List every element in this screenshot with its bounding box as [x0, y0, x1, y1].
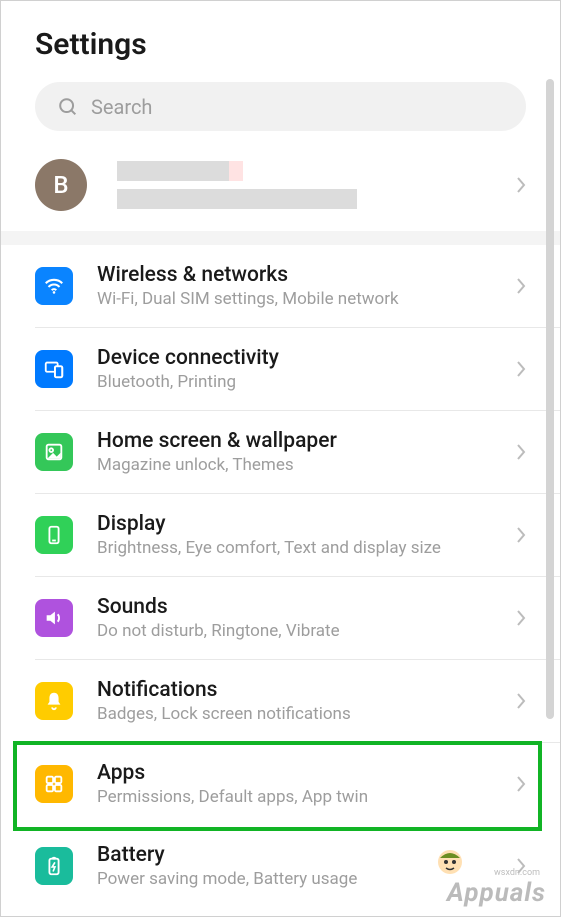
settings-item-display[interactable]: Display Brightness, Eye comfort, Text an… [35, 494, 560, 577]
scrollbar[interactable] [546, 79, 554, 719]
chevron-right-icon [516, 176, 526, 194]
item-title: Notifications [97, 678, 516, 702]
watermark-source: wsxdn.com [494, 868, 540, 878]
item-title: Home screen & wallpaper [97, 429, 516, 453]
settings-item-sounds[interactable]: Sounds Do not disturb, Ringtone, Vibrate [35, 577, 560, 660]
settings-list: Wireless & networks Wi-Fi, Dual SIM sett… [1, 245, 560, 907]
wallpaper-icon [35, 433, 73, 471]
settings-item-home-screen[interactable]: Home screen & wallpaper Magazine unlock,… [35, 411, 560, 494]
search-placeholder: Search [91, 95, 152, 119]
settings-item-apps[interactable]: Apps Permissions, Default apps, App twin [35, 743, 560, 825]
avatar: B [35, 159, 87, 211]
bell-icon [35, 682, 73, 720]
chevron-right-icon [516, 775, 526, 793]
chevron-right-icon [516, 277, 526, 295]
chevron-right-icon [516, 360, 526, 378]
account-detail-redacted [117, 189, 357, 209]
item-title: Wireless & networks [97, 263, 516, 287]
watermark-text: Appuals [447, 878, 546, 908]
sound-icon [35, 599, 73, 637]
battery-icon [35, 847, 73, 885]
item-subtitle: Bluetooth, Printing [97, 372, 516, 392]
account-name-redacted [117, 161, 237, 181]
item-subtitle: Wi-Fi, Dual SIM settings, Mobile network [97, 289, 516, 309]
search-icon [57, 96, 79, 118]
item-title: Display [97, 512, 516, 536]
item-title: Sounds [97, 595, 516, 619]
chevron-right-icon [516, 609, 526, 627]
display-icon [35, 516, 73, 554]
settings-item-device-connectivity[interactable]: Device connectivity Bluetooth, Printing [35, 328, 560, 411]
settings-item-notifications[interactable]: Notifications Badges, Lock screen notifi… [35, 660, 560, 743]
section-divider [1, 231, 560, 245]
search-input[interactable]: Search [35, 82, 526, 131]
account-text [117, 161, 516, 209]
chevron-right-icon [516, 692, 526, 710]
item-title: Device connectivity [97, 346, 516, 370]
item-subtitle: Brightness, Eye comfort, Text and displa… [97, 538, 516, 558]
item-subtitle: Magazine unlock, Themes [97, 455, 516, 475]
chevron-right-icon [516, 526, 526, 544]
wifi-icon [35, 267, 73, 305]
item-subtitle: Permissions, Default apps, App twin [97, 787, 516, 807]
item-subtitle: Badges, Lock screen notifications [97, 704, 516, 724]
apps-icon [35, 765, 73, 803]
devices-icon [35, 350, 73, 388]
account-row[interactable]: B [1, 153, 560, 231]
chevron-right-icon [516, 443, 526, 461]
page-title: Settings [1, 1, 560, 82]
item-subtitle: Do not disturb, Ringtone, Vibrate [97, 621, 516, 641]
settings-item-wireless[interactable]: Wireless & networks Wi-Fi, Dual SIM sett… [35, 245, 560, 328]
item-title: Apps [97, 761, 516, 785]
